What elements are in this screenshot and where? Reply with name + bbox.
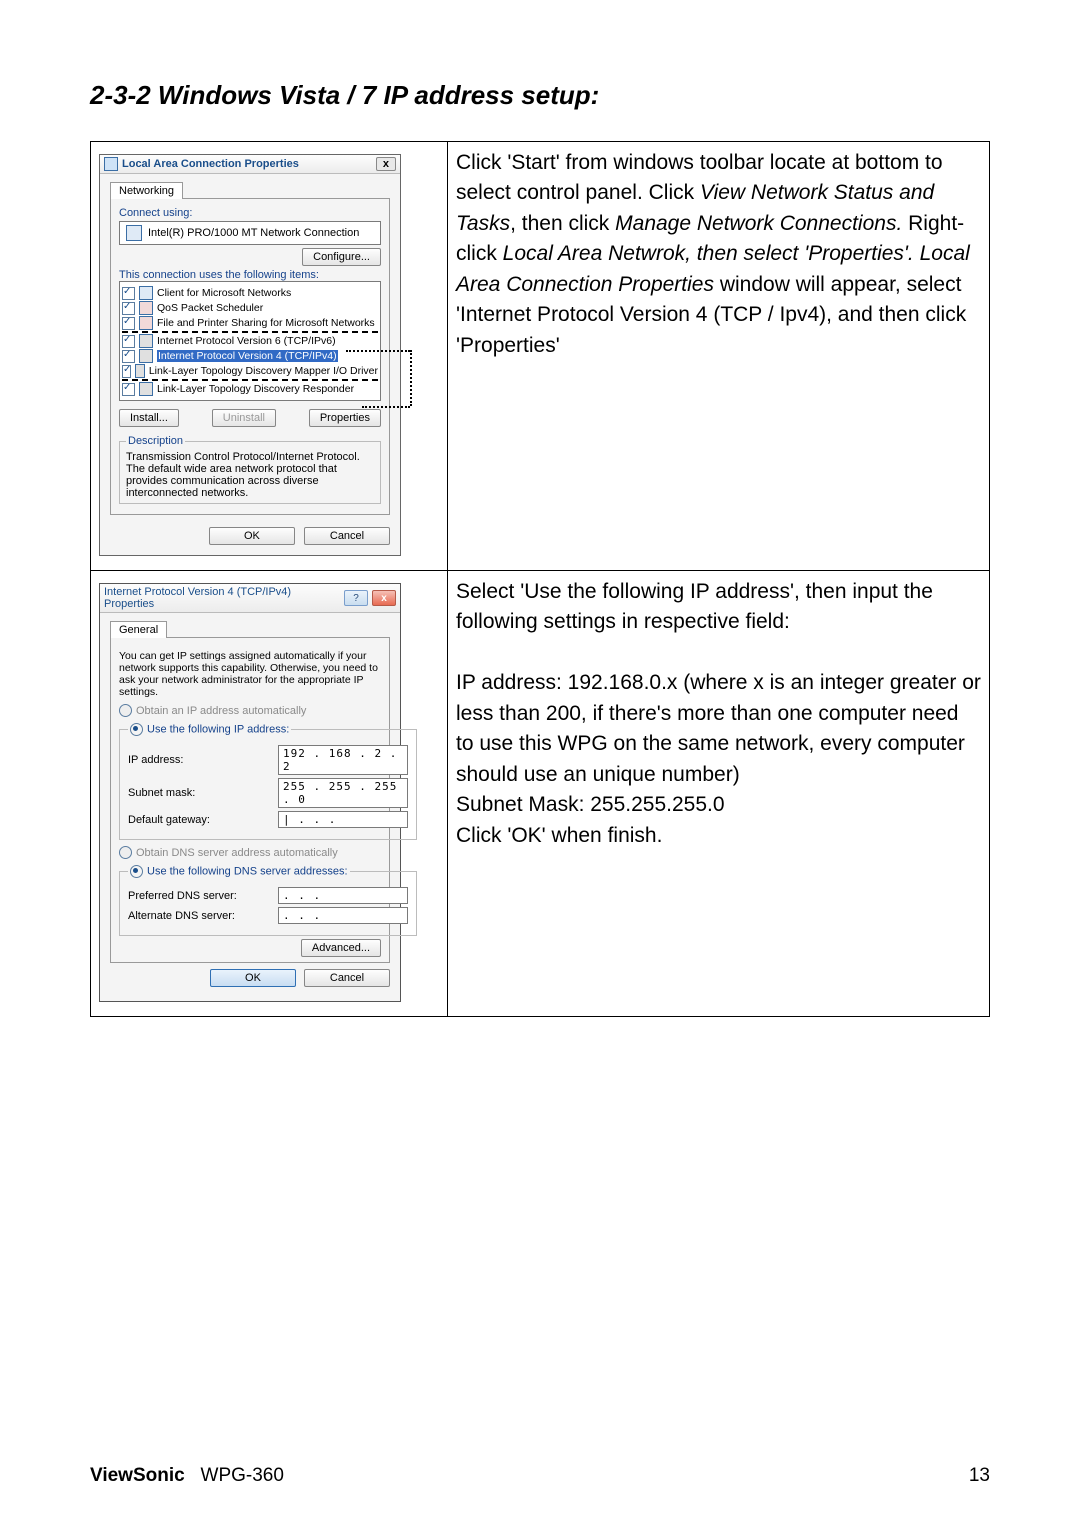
list-item-selected[interactable]: Internet Protocol Version 4 (TCP/IPv4): [122, 349, 378, 363]
nic-icon: [126, 225, 142, 241]
uninstall-button: Uninstall: [212, 409, 276, 427]
ip-settings-note: You can get IP settings assigned automat…: [119, 650, 381, 698]
radio-icon[interactable]: [130, 723, 143, 736]
advanced-button[interactable]: Advanced...: [301, 939, 381, 957]
tcpip-properties-dialog: Internet Protocol Version 4 (TCP/IPv4) P…: [99, 583, 401, 1002]
annotation-line: [410, 350, 412, 406]
list-item[interactable]: Client for Microsoft Networks: [122, 286, 378, 300]
lltd-mapper-icon: [135, 364, 145, 378]
connect-using-label: Connect using:: [119, 207, 381, 219]
alternate-dns-label: Alternate DNS server:: [128, 910, 278, 922]
subnet-mask-label: Subnet mask:: [128, 787, 278, 799]
qos-icon: [139, 301, 153, 315]
ip-address-label: IP address:: [128, 754, 278, 766]
help-button[interactable]: ?: [344, 590, 368, 606]
checkbox-icon[interactable]: [122, 383, 135, 396]
cancel-button[interactable]: Cancel: [304, 969, 390, 987]
preferred-dns-label: Preferred DNS server:: [128, 890, 278, 902]
list-item[interactable]: Internet Protocol Version 6 (TCP/IPv6): [122, 331, 378, 348]
window-icon: [104, 157, 118, 171]
close-button[interactable]: x: [372, 590, 396, 606]
adapter-field: Intel(R) PRO/1000 MT Network Connection: [119, 221, 381, 245]
row1-instructions: Click 'Start' from windows toolbar locat…: [456, 148, 981, 361]
ok-button[interactable]: OK: [209, 527, 295, 545]
dialog2-titlebar: Internet Protocol Version 4 (TCP/IPv4) P…: [100, 584, 400, 613]
row2-instructions: Select 'Use the following IP address', t…: [456, 577, 981, 851]
footer-brand: ViewSonic: [90, 1465, 185, 1486]
checkbox-icon[interactable]: [122, 302, 135, 315]
close-button[interactable]: x: [376, 157, 396, 171]
dialog1-titlebar: Local Area Connection Properties x: [100, 155, 400, 174]
radio-use-ip[interactable]: Use the following IP address:: [128, 723, 291, 736]
static-ip-group: Use the following IP address: IP address…: [119, 723, 417, 840]
list-item[interactable]: File and Printer Sharing for Microsoft N…: [122, 316, 378, 330]
radio-icon[interactable]: [130, 865, 143, 878]
radio-obtain-dns: Obtain DNS server address automatically: [119, 846, 381, 859]
properties-button[interactable]: Properties: [309, 409, 381, 427]
checkbox-icon[interactable]: [122, 365, 131, 378]
radio-obtain-ip[interactable]: Obtain an IP address automatically: [119, 704, 381, 717]
checkbox-icon[interactable]: [122, 335, 135, 348]
page-number: 13: [969, 1465, 990, 1487]
ipv6-icon: [139, 334, 153, 348]
client-icon: [139, 286, 153, 300]
ok-button[interactable]: OK: [210, 969, 296, 987]
checkbox-icon[interactable]: [122, 287, 135, 300]
subnet-mask-input[interactable]: 255 . 255 . 255 . 0: [278, 778, 408, 808]
configure-button[interactable]: Configure...: [302, 248, 381, 266]
lltd-responder-icon: [139, 382, 153, 396]
section-heading: 2-3-2 Windows Vista / 7 IP address setup…: [90, 80, 990, 111]
description-text: Transmission Control Protocol/Internet P…: [126, 451, 374, 499]
list-item[interactable]: Link-Layer Topology Discovery Mapper I/O…: [122, 364, 378, 381]
default-gateway-input[interactable]: | . . .: [278, 811, 408, 828]
list-item[interactable]: QoS Packet Scheduler: [122, 301, 378, 315]
adapter-name: Intel(R) PRO/1000 MT Network Connection: [148, 227, 359, 239]
tab-networking[interactable]: Networking: [110, 182, 183, 199]
tab-general[interactable]: General: [110, 621, 167, 638]
radio-use-dns[interactable]: Use the following DNS server addresses:: [128, 865, 350, 878]
instruction-table: Local Area Connection Properties x Netwo…: [90, 141, 990, 1017]
install-button[interactable]: Install...: [119, 409, 179, 427]
checkbox-icon[interactable]: [122, 350, 135, 363]
description-legend: Description: [126, 435, 185, 447]
ip-address-input[interactable]: 192 . 168 . 2 . 2: [278, 745, 408, 775]
checkbox-icon[interactable]: [122, 317, 135, 330]
dialog2-title: Internet Protocol Version 4 (TCP/IPv4) P…: [104, 586, 344, 610]
network-items-list[interactable]: Client for Microsoft Networks QoS Packet…: [119, 281, 381, 401]
radio-icon[interactable]: [119, 704, 132, 717]
annotation-line: [362, 406, 410, 408]
cancel-button[interactable]: Cancel: [304, 527, 390, 545]
annotation-line: [346, 350, 410, 352]
uses-items-label: This connection uses the following items…: [119, 269, 381, 281]
lan-properties-dialog: Local Area Connection Properties x Netwo…: [99, 154, 401, 556]
description-group: Description Transmission Control Protoco…: [119, 435, 381, 504]
dialog1-title: Local Area Connection Properties: [122, 158, 299, 170]
list-item[interactable]: Link-Layer Topology Discovery Responder: [122, 382, 378, 396]
radio-icon: [119, 846, 132, 859]
preferred-dns-input[interactable]: . . .: [278, 887, 408, 904]
default-gateway-label: Default gateway:: [128, 814, 278, 826]
footer-model: WPG-360: [201, 1465, 284, 1486]
alternate-dns-input[interactable]: . . .: [278, 907, 408, 924]
fps-icon: [139, 316, 153, 330]
static-dns-group: Use the following DNS server addresses: …: [119, 865, 417, 936]
page-footer: ViewSonic WPG-360 13: [90, 1465, 990, 1487]
ipv4-icon: [139, 349, 153, 363]
